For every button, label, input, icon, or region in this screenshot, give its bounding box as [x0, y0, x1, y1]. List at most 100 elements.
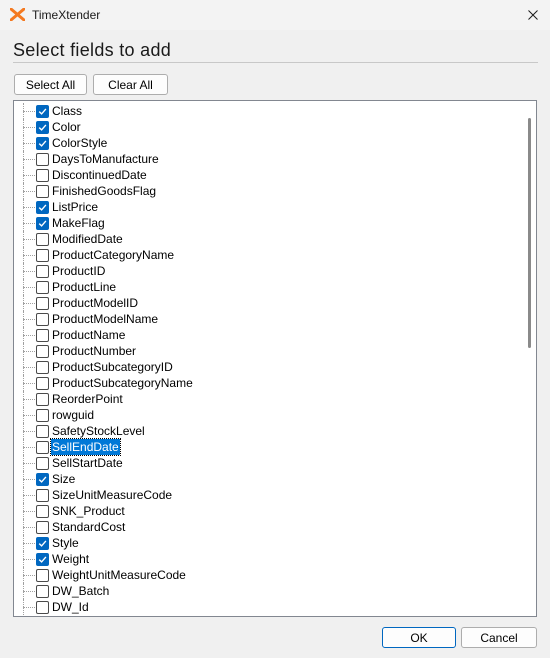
field-label[interactable]: MakeFlag	[51, 215, 106, 231]
field-row[interactable]: ProductCategoryName	[14, 247, 524, 263]
field-label[interactable]: StandardCost	[51, 519, 126, 535]
vertical-scrollbar[interactable]	[524, 103, 534, 614]
field-checkbox[interactable]	[36, 169, 49, 182]
field-label[interactable]: ReorderPoint	[51, 391, 124, 407]
field-label[interactable]: SizeUnitMeasureCode	[51, 487, 173, 503]
field-row[interactable]: Class	[14, 103, 524, 119]
field-checkbox[interactable]	[36, 441, 49, 454]
field-row[interactable]: ProductLine	[14, 279, 524, 295]
scrollbar-thumb[interactable]	[528, 118, 531, 348]
cancel-button[interactable]: Cancel	[461, 627, 537, 648]
field-label[interactable]: SellStartDate	[51, 455, 124, 471]
field-row[interactable]: rowguid	[14, 407, 524, 423]
field-row[interactable]: ProductSubcategoryID	[14, 359, 524, 375]
field-checkbox[interactable]	[36, 297, 49, 310]
field-label[interactable]: rowguid	[51, 407, 95, 423]
field-label[interactable]: DW_Batch	[51, 583, 110, 599]
field-label[interactable]: WeightUnitMeasureCode	[51, 567, 187, 583]
field-row[interactable]: SellStartDate	[14, 455, 524, 471]
field-checkbox[interactable]	[36, 329, 49, 342]
field-checkbox[interactable]	[36, 201, 49, 214]
field-row[interactable]: DiscontinuedDate	[14, 167, 524, 183]
field-checkbox[interactable]	[36, 457, 49, 470]
field-row[interactable]: FinishedGoodsFlag	[14, 183, 524, 199]
field-label[interactable]: FinishedGoodsFlag	[51, 183, 157, 199]
field-label[interactable]: DW_Id	[51, 599, 90, 615]
field-row[interactable]: ProductSubcategoryName	[14, 375, 524, 391]
field-label[interactable]: DaysToManufacture	[51, 151, 160, 167]
field-checkbox[interactable]	[36, 361, 49, 374]
field-label[interactable]: ModifiedDate	[51, 231, 124, 247]
field-row[interactable]: ColorStyle	[14, 135, 524, 151]
ok-button[interactable]: OK	[382, 627, 456, 648]
field-row[interactable]: Color	[14, 119, 524, 135]
field-checkbox[interactable]	[36, 601, 49, 614]
field-checkbox[interactable]	[36, 281, 49, 294]
field-checkbox[interactable]	[36, 473, 49, 486]
select-all-button[interactable]: Select All	[14, 74, 87, 95]
field-row[interactable]: ProductModelName	[14, 311, 524, 327]
field-checkbox[interactable]	[36, 505, 49, 518]
field-row[interactable]: SafetyStockLevel	[14, 423, 524, 439]
field-row[interactable]: DW_Batch	[14, 583, 524, 599]
field-checkbox[interactable]	[36, 217, 49, 230]
field-label[interactable]: Style	[51, 535, 80, 551]
field-label[interactable]: ListPrice	[51, 199, 99, 215]
fields-tree[interactable]: Class Color ColorStyle DaysToManufacture Dis…	[13, 100, 537, 617]
field-checkbox[interactable]	[36, 121, 49, 134]
field-label[interactable]: ColorStyle	[51, 135, 108, 151]
field-label[interactable]: Weight	[51, 551, 90, 567]
field-label[interactable]: SafetyStockLevel	[51, 423, 146, 439]
field-checkbox[interactable]	[36, 569, 49, 582]
field-row[interactable]: DW_Id	[14, 599, 524, 615]
field-row[interactable]: WeightUnitMeasureCode	[14, 567, 524, 583]
field-checkbox[interactable]	[36, 537, 49, 550]
field-row[interactable]: SellEndDate	[14, 438, 524, 456]
field-label[interactable]: ProductSubcategoryID	[51, 359, 174, 375]
field-checkbox[interactable]	[36, 377, 49, 390]
field-label[interactable]: Size	[51, 471, 76, 487]
field-checkbox[interactable]	[36, 585, 49, 598]
field-label[interactable]: ProductName	[51, 327, 126, 343]
close-button[interactable]	[516, 0, 550, 30]
field-label[interactable]: ProductID	[51, 263, 106, 279]
field-checkbox[interactable]	[36, 153, 49, 166]
field-row[interactable]: ModifiedDate	[14, 231, 524, 247]
field-label[interactable]: ProductNumber	[51, 343, 137, 359]
field-checkbox[interactable]	[36, 233, 49, 246]
field-label[interactable]: ProductSubcategoryName	[51, 375, 194, 391]
field-checkbox[interactable]	[36, 345, 49, 358]
field-row[interactable]: ProductNumber	[14, 343, 524, 359]
field-label[interactable]: SellEndDate	[50, 438, 121, 456]
field-checkbox[interactable]	[36, 137, 49, 150]
field-row[interactable]: ProductModelID	[14, 295, 524, 311]
field-label[interactable]: DiscontinuedDate	[51, 167, 148, 183]
field-row[interactable]: Style	[14, 535, 524, 551]
field-checkbox[interactable]	[36, 249, 49, 262]
field-row[interactable]: MakeFlag	[14, 215, 524, 231]
field-checkbox[interactable]	[36, 521, 49, 534]
field-checkbox[interactable]	[36, 425, 49, 438]
field-row[interactable]: SizeUnitMeasureCode	[14, 487, 524, 503]
field-checkbox[interactable]	[36, 265, 49, 278]
field-row[interactable]: ReorderPoint	[14, 391, 524, 407]
field-row[interactable]: ListPrice	[14, 199, 524, 215]
field-label[interactable]: ProductModelID	[51, 295, 139, 311]
field-checkbox[interactable]	[36, 185, 49, 198]
field-label[interactable]: SNK_Product	[51, 503, 126, 519]
field-checkbox[interactable]	[36, 409, 49, 422]
field-label[interactable]: Class	[51, 103, 83, 119]
field-label[interactable]: ProductModelName	[51, 311, 159, 327]
field-label[interactable]: ProductCategoryName	[51, 247, 175, 263]
field-checkbox[interactable]	[36, 313, 49, 326]
field-row[interactable]: ProductID	[14, 263, 524, 279]
field-checkbox[interactable]	[36, 105, 49, 118]
field-row[interactable]: Size	[14, 471, 524, 487]
field-checkbox[interactable]	[36, 489, 49, 502]
field-row[interactable]: DaysToManufacture	[14, 151, 524, 167]
field-row[interactable]: ProductName	[14, 327, 524, 343]
field-label[interactable]: ProductLine	[51, 279, 117, 295]
field-row[interactable]: Weight	[14, 551, 524, 567]
field-row[interactable]: StandardCost	[14, 519, 524, 535]
field-checkbox[interactable]	[36, 393, 49, 406]
